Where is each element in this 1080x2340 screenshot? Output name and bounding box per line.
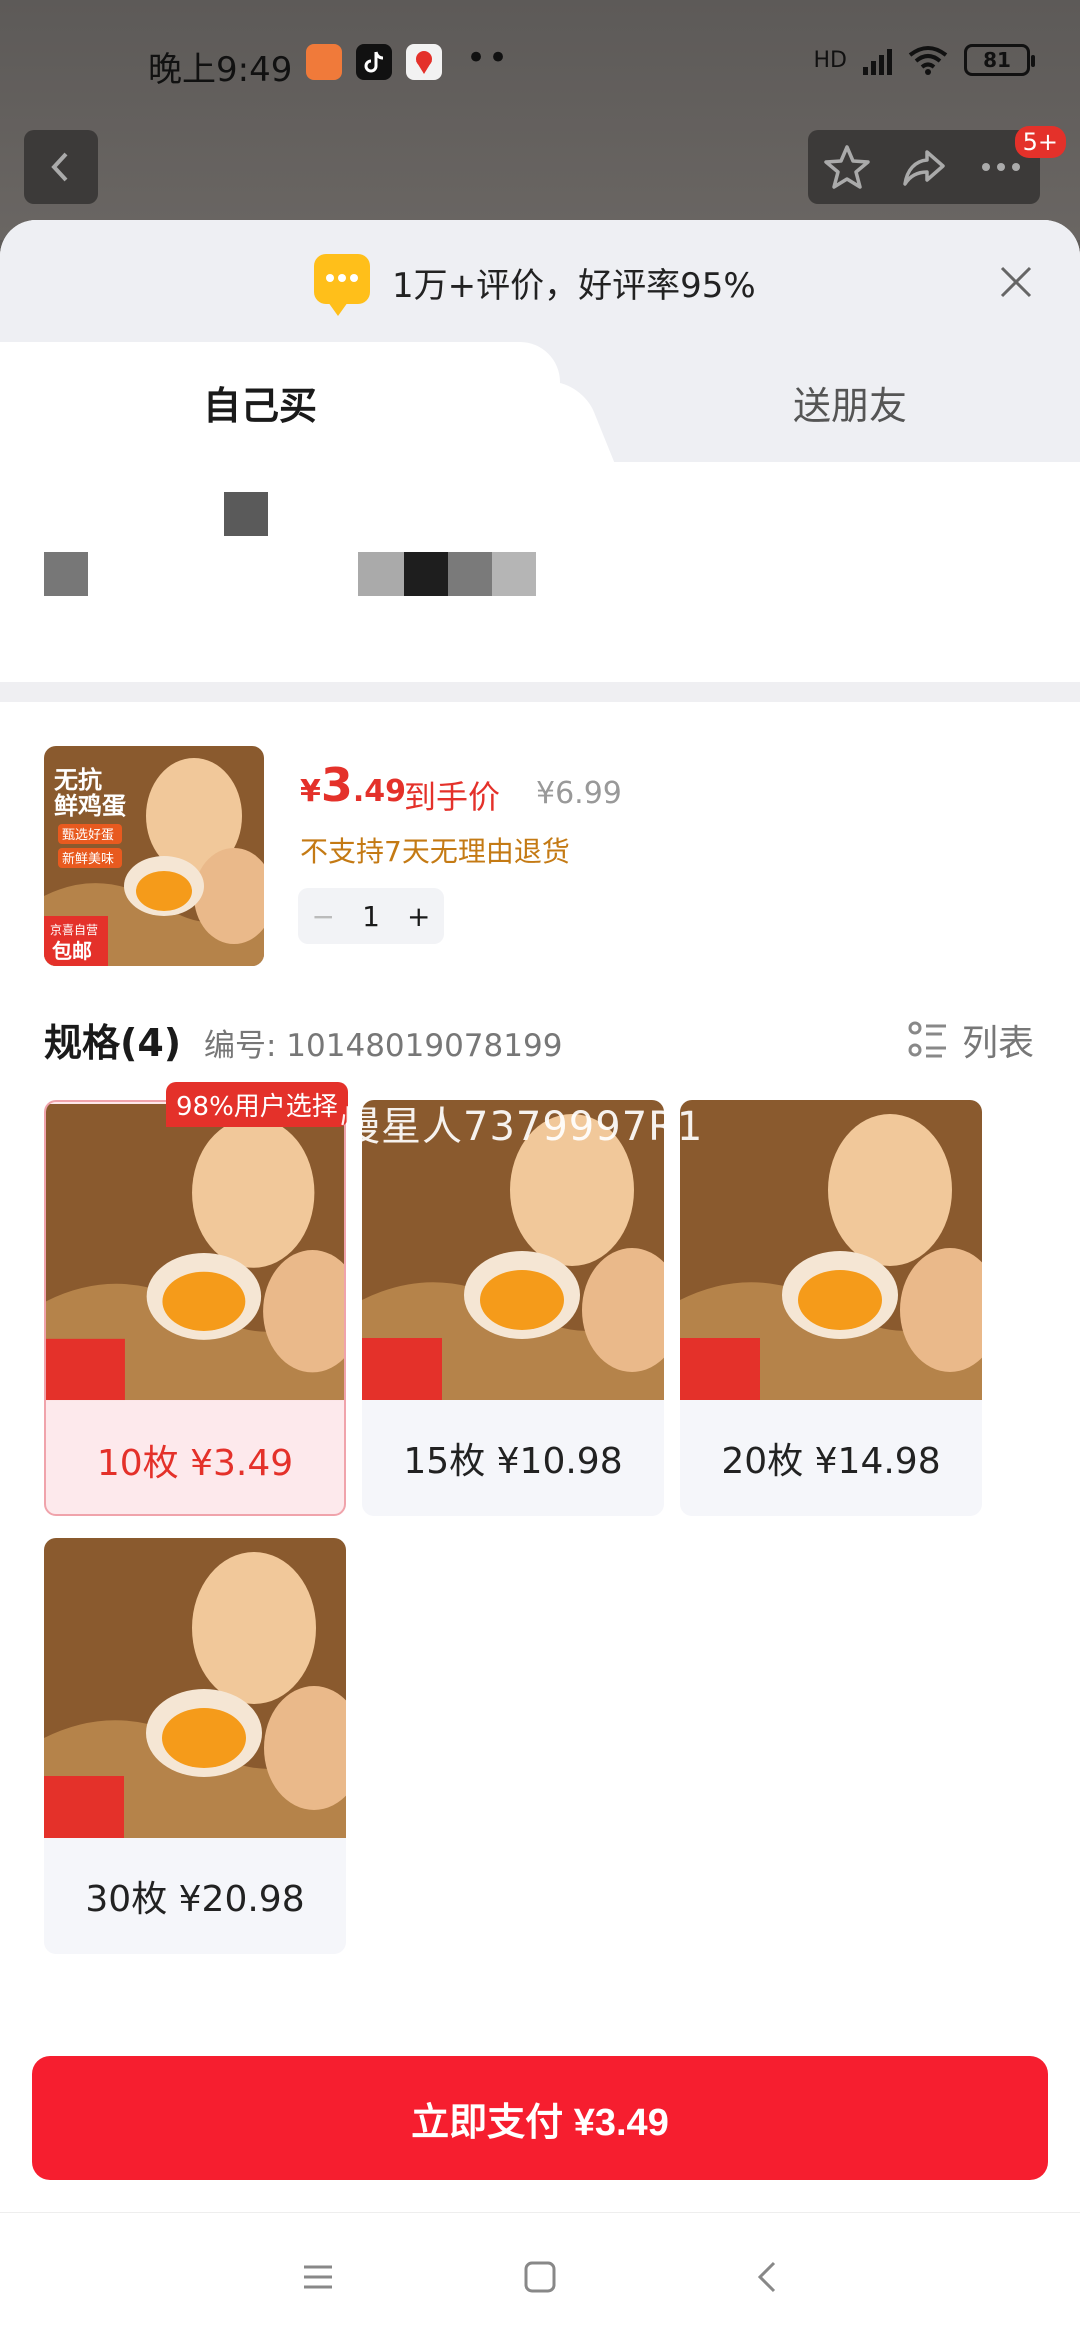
list-view-label: 列表 [961, 1023, 1034, 1064]
tab-buy-for-self[interactable]: 自己买 [0, 342, 560, 462]
original-price: ¥6.99 [536, 776, 622, 811]
redacted-block [404, 552, 448, 596]
tiktok-icon [356, 44, 392, 80]
spec-option-15[interactable]: 15枚 ¥10.98 [362, 1100, 664, 1516]
redacted-block [358, 552, 404, 596]
menu-icon[interactable] [300, 2259, 336, 2295]
purchase-tabs: 自己买 送朋友 [0, 342, 1080, 462]
spec-option-image [44, 1538, 346, 1838]
watermark: 慢星人7379997R1 [340, 1104, 704, 1150]
increase-button[interactable]: + [407, 900, 430, 933]
star-icon[interactable] [822, 142, 872, 192]
back-arrow-icon [51, 152, 68, 182]
price-integer: 3 [320, 758, 353, 812]
spec-option-30[interactable]: 30枚 ¥20.98 [44, 1538, 346, 1954]
review-summary: 1万+评价，好评率95% [392, 266, 756, 306]
notification-badge: 5+ [1014, 126, 1066, 158]
redacted-block [224, 492, 268, 536]
status-indicators: HD 81 [813, 44, 1035, 76]
return-policy: 不支持7天无理由退货 [300, 835, 570, 868]
thumb-shop: 京喜自营 [50, 923, 98, 937]
thumb-tag-1: 甄选好蛋 [62, 828, 114, 843]
close-icon[interactable] [998, 264, 1034, 300]
thumb-title-2: 鲜鸡蛋 [54, 792, 126, 820]
final-price: ¥3.49 [300, 758, 406, 812]
spec-header: 规格(4) 编号: 10148019078199 列表 [0, 962, 1080, 1078]
chat-bubble-icon [314, 254, 370, 316]
spec-option-label: 10枚 ¥3.49 [96, 1443, 294, 1484]
section-divider [0, 682, 1080, 702]
spec-option-10[interactable]: 10枚 ¥3.49 [44, 1100, 346, 1516]
map-app-icon [406, 44, 442, 80]
spec-title: 规格(4) [44, 1021, 182, 1065]
back-icon[interactable] [750, 2259, 786, 2295]
spec-option-image [680, 1100, 982, 1400]
system-nav-bar [0, 2212, 1080, 2340]
price-decimal: .49 [352, 774, 407, 809]
spec-option-label: 20枚 ¥14.98 [721, 1441, 941, 1482]
back-button[interactable] [24, 130, 98, 204]
network-type-label: HD [813, 47, 847, 73]
quantity-value[interactable]: 1 [362, 900, 380, 933]
spec-option-image [46, 1103, 344, 1401]
spec-option-label: 15枚 ¥10.98 [403, 1441, 623, 1482]
quantity-stepper: − 1 + [298, 888, 444, 944]
currency-symbol: ¥ [300, 774, 321, 809]
redacted-block [448, 552, 492, 596]
product-summary: 无抗 鲜鸡蛋 甄选好蛋 新鲜美味 京喜自营 包邮 ¥3.49 到手价 ¥6.99… [0, 702, 1080, 966]
thumb-shipping: 包邮 [52, 939, 92, 963]
review-banner: 1万+评价，好评率95% [0, 220, 1080, 342]
product-thumbnail: 无抗 鲜鸡蛋 甄选好蛋 新鲜美味 京喜自营 包邮 [44, 746, 264, 966]
popular-choice-badge: 98%用户选择 [166, 1082, 348, 1127]
thumb-tag-2: 新鲜美味 [62, 851, 114, 867]
more-notifications-icon: •• [466, 38, 511, 78]
signal-icon [863, 45, 892, 75]
product-code: 编号: 10148019078199 [204, 1028, 563, 1064]
list-icon [908, 1021, 946, 1058]
redacted-block [44, 552, 88, 596]
home-icon[interactable] [522, 2259, 558, 2295]
tab-send-to-friend[interactable]: 送朋友 [620, 362, 1080, 442]
share-icon[interactable] [899, 142, 949, 192]
redacted-block [492, 552, 536, 596]
battery-icon: 81 [964, 44, 1035, 76]
pay-bar: 立即支付 ¥3.49 [0, 2040, 1080, 2220]
spec-option-20[interactable]: 20枚 ¥14.98 [680, 1100, 982, 1516]
status-time: 晚上9:49 [148, 50, 293, 90]
address-section-redacted[interactable] [0, 462, 1080, 682]
spec-option-label: 30枚 ¥20.98 [85, 1879, 305, 1920]
pay-now-button[interactable]: 立即支付 ¥3.49 [32, 2056, 1048, 2180]
thumb-title-1: 无抗 [54, 766, 102, 794]
list-view-toggle[interactable]: 列表 [908, 1014, 1034, 1066]
battery-level: 81 [983, 48, 1011, 72]
shopping-app-icon [306, 44, 342, 80]
wifi-icon [908, 46, 948, 75]
final-price-label: 到手价 [404, 778, 501, 816]
decrease-button[interactable]: − [312, 900, 335, 933]
dimmed-background [0, 0, 1080, 240]
header-actions [808, 130, 1040, 204]
